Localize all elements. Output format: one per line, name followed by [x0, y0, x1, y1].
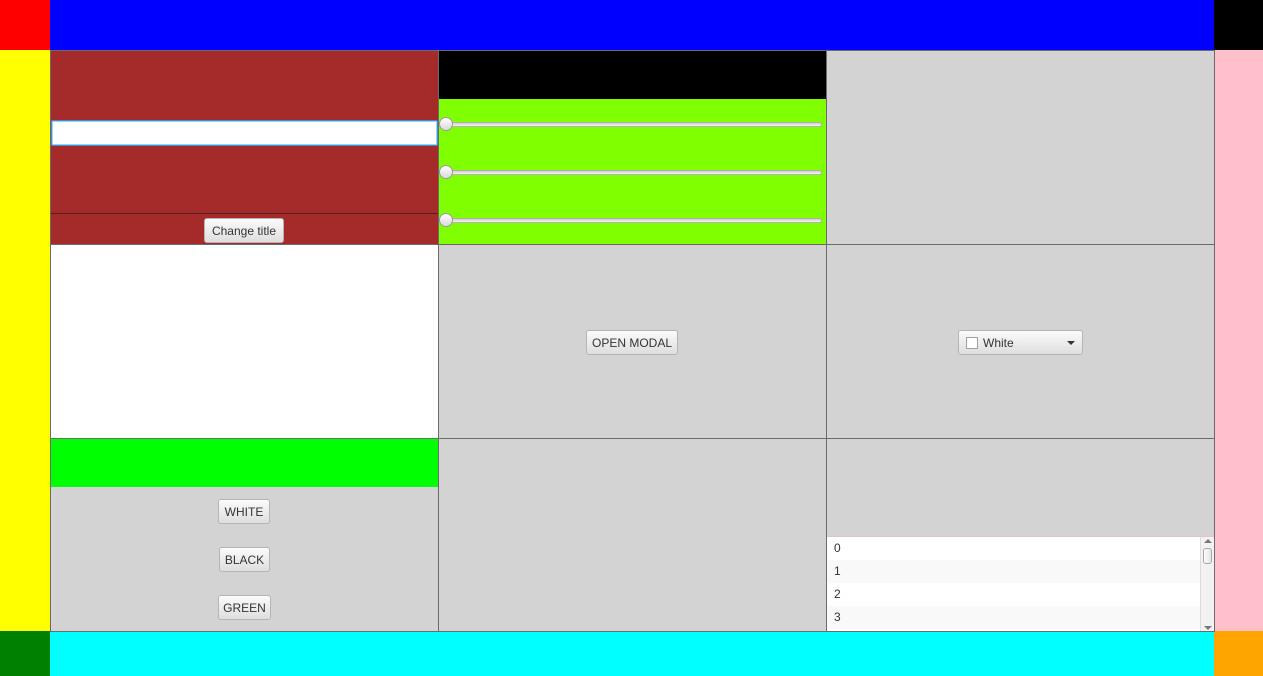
- slider-thumb[interactable]: [439, 213, 453, 227]
- slider-2[interactable]: [439, 165, 826, 181]
- list-item[interactable]: 0: [827, 537, 1200, 560]
- number-list[interactable]: 0 1 2 3: [827, 536, 1214, 631]
- scrollbar-thumb[interactable]: [1203, 548, 1212, 564]
- slider-thumb[interactable]: [439, 117, 453, 131]
- open-modal-button[interactable]: OPEN MODAL: [586, 330, 678, 355]
- color-header: [51, 439, 438, 487]
- scroll-up-icon[interactable]: [1204, 539, 1212, 543]
- title-input[interactable]: [51, 120, 438, 146]
- white-panel: [50, 244, 439, 439]
- scrollbar[interactable]: [1200, 537, 1214, 631]
- top-bar: [50, 0, 1214, 50]
- green-button[interactable]: GREEN: [218, 595, 271, 620]
- corner-bottom-left: [0, 631, 50, 676]
- slider-3[interactable]: [439, 213, 826, 229]
- corner-top-right: [1214, 0, 1263, 50]
- color-picker-panel: White: [826, 244, 1215, 439]
- right-bar: [1214, 50, 1263, 631]
- list-item[interactable]: 3: [827, 606, 1200, 629]
- slider-track: [445, 218, 822, 223]
- slider-panel: [438, 50, 827, 245]
- scroll-down-icon[interactable]: [1204, 626, 1212, 630]
- white-button[interactable]: WHITE: [218, 499, 270, 524]
- empty-panel-top-right: [826, 50, 1215, 245]
- color-buttons-panel: WHITE BLACK GREEN: [50, 438, 439, 632]
- title-panel: Change title: [50, 50, 439, 245]
- left-bar: [0, 50, 50, 631]
- list-item[interactable]: 1: [827, 560, 1200, 583]
- corner-bottom-right: [1214, 631, 1263, 676]
- corner-top-left: [0, 0, 50, 50]
- slider-track: [445, 122, 822, 127]
- list-panel: 0 1 2 3: [826, 438, 1215, 632]
- slider-thumb[interactable]: [439, 165, 453, 179]
- modal-panel: OPEN MODAL: [438, 244, 827, 439]
- color-picker-label: White: [983, 335, 1014, 350]
- slider-1[interactable]: [439, 117, 826, 133]
- panel-divider: [51, 213, 438, 214]
- black-button[interactable]: BLACK: [219, 547, 270, 572]
- slider-track: [445, 170, 822, 175]
- chevron-down-icon: [1067, 341, 1075, 345]
- slider-panel-header: [439, 51, 826, 99]
- bottom-bar: [50, 631, 1214, 676]
- list-item[interactable]: 2: [827, 583, 1200, 606]
- color-picker[interactable]: White: [958, 330, 1083, 355]
- change-title-button[interactable]: Change title: [204, 218, 284, 243]
- empty-panel-bottom-center: [438, 438, 827, 632]
- color-swatch: [966, 336, 978, 349]
